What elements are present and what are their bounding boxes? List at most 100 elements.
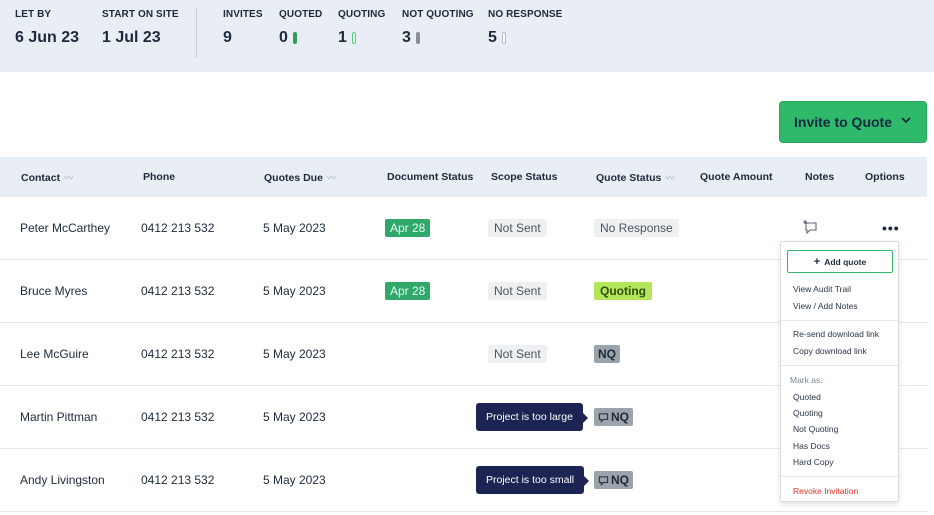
- quote-status-badge: NQ: [594, 345, 620, 363]
- scope-status-badge: Not Sent: [488, 219, 547, 237]
- col-document-status: Document Status: [387, 171, 473, 183]
- menu-item-copy-download-link[interactable]: Copy download link: [793, 346, 867, 356]
- menu-item-mark-not-quoting[interactable]: Not Quoting: [793, 424, 838, 434]
- contact-name[interactable]: Lee McGuire: [20, 347, 89, 361]
- col-phone: Phone: [143, 171, 175, 183]
- quoting-label: QUOTING: [338, 9, 386, 20]
- menu-item-mark-quoted[interactable]: Quoted: [793, 392, 821, 402]
- col-quote-status[interactable]: Quote Status 〰: [596, 171, 674, 184]
- quoting-bar-icon: [351, 32, 356, 44]
- invite-to-quote-button[interactable]: Invite to Quote: [779, 101, 927, 143]
- menu-divider: [781, 365, 898, 366]
- col-contact-label: Contact: [21, 171, 61, 184]
- scope-status-badge: Not Sent: [488, 345, 547, 363]
- col-scope-status: Scope Status: [491, 171, 558, 183]
- menu-item-mark-hard-copy[interactable]: Hard Copy: [793, 457, 834, 467]
- add-quote-label: Add quote: [824, 256, 867, 267]
- quoted-value-wrap: 0: [279, 29, 297, 47]
- scope-status-badge: Not Sent: [488, 282, 547, 300]
- col-quotes-due-label: Quotes Due: [264, 171, 323, 184]
- document-status-badge[interactable]: Apr 28: [385, 219, 431, 237]
- quotes-due-date: 5 May 2023: [263, 221, 326, 235]
- nq-reason-tooltip: Project is too large: [476, 403, 588, 431]
- quoted-value: 0: [279, 29, 288, 46]
- table-header: Contact 〰 Phone Quotes Due 〰 Document Stat…: [0, 157, 927, 197]
- let-by-label: LET BY: [15, 9, 52, 20]
- not-quoting-bar-icon: [415, 32, 420, 44]
- quote-status-badge[interactable]: NQ: [594, 408, 633, 426]
- sort-icon: 〰: [665, 173, 675, 183]
- col-notes: Notes: [805, 171, 834, 183]
- phone-number: 0412 213 532: [141, 347, 215, 361]
- quoted-label: QUOTED: [279, 9, 323, 20]
- phone-number: 0412 213 532: [141, 410, 215, 424]
- col-options: Options: [865, 171, 905, 183]
- start-on-site-label: START ON SITE: [102, 9, 179, 20]
- not-quoting-value-wrap: 3: [402, 29, 420, 47]
- menu-item-mark-has-docs[interactable]: Has Docs: [793, 441, 830, 451]
- menu-item-resend-download-link[interactable]: Re-send download link: [793, 329, 879, 339]
- menu-divider: [781, 476, 898, 477]
- invites-value: 9: [223, 29, 232, 46]
- contact-name[interactable]: Martin Pittman: [20, 410, 97, 424]
- start-on-site-value: 1 Jul 23: [102, 29, 161, 46]
- col-document-status-label: Document Status: [387, 171, 474, 183]
- not-quoting-value: 3: [402, 29, 411, 46]
- options-dropdown-menu: + Add quote View Audit Trail View / Add …: [780, 241, 899, 502]
- contact-name[interactable]: Andy Livingston: [20, 473, 105, 487]
- invites-label: INVITES: [223, 9, 263, 20]
- quote-status-label: NQ: [611, 410, 629, 424]
- col-contact[interactable]: Contact 〰: [21, 171, 73, 184]
- col-options-label: Options: [865, 171, 905, 183]
- no-response-value-wrap: 5: [488, 29, 506, 47]
- menu-divider: [781, 320, 898, 321]
- no-response-value: 5: [488, 29, 497, 46]
- mark-as-heading: Mark as:: [790, 375, 823, 385]
- comment-icon: [598, 475, 609, 486]
- add-note-icon[interactable]: [802, 219, 818, 235]
- col-phone-label: Phone: [143, 171, 176, 183]
- menu-item-view-audit-trail[interactable]: View Audit Trail: [793, 284, 851, 294]
- col-quote-status-label: Quote Status: [596, 171, 662, 184]
- quote-status-badge: Quoting: [594, 282, 652, 300]
- quote-status-label: NQ: [611, 473, 629, 487]
- no-response-label: NO RESPONSE: [488, 9, 563, 20]
- sort-icon: 〰: [64, 173, 74, 183]
- quotes-due-date: 5 May 2023: [263, 284, 326, 298]
- col-notes-label: Notes: [805, 171, 835, 183]
- col-scope-status-label: Scope Status: [491, 171, 558, 183]
- not-quoting-label: NOT QUOTING: [402, 9, 474, 20]
- contact-name[interactable]: Bruce Myres: [20, 284, 87, 298]
- quotes-due-date: 5 May 2023: [263, 347, 326, 361]
- sort-icon: 〰: [326, 173, 336, 183]
- nq-reason-tooltip: Project is too small: [476, 466, 590, 494]
- col-quote-amount: Quote Amount: [700, 171, 773, 183]
- add-quote-button[interactable]: + Add quote: [787, 250, 893, 273]
- menu-item-mark-quoting[interactable]: Quoting: [793, 408, 823, 418]
- phone-number: 0412 213 532: [141, 473, 215, 487]
- let-by-value: 6 Jun 23: [15, 29, 80, 46]
- quote-status-badge[interactable]: NQ: [594, 471, 633, 489]
- tender-summary-bar: LET BY 6 Jun 23 START ON SITE 1 Jul 23 I…: [0, 0, 934, 72]
- phone-number: 0412 213 532: [141, 284, 215, 298]
- quoted-bar-icon: [292, 32, 297, 44]
- options-menu-button[interactable]: •••: [882, 220, 900, 236]
- quotes-due-date: 5 May 2023: [263, 410, 326, 424]
- summary-divider: [196, 8, 197, 58]
- chevron-down-icon: [901, 117, 911, 124]
- phone-number: 0412 213 532: [141, 221, 215, 235]
- quote-status-label: NQ: [598, 347, 616, 361]
- quoting-value-wrap: 1: [338, 29, 356, 47]
- quotes-due-date: 5 May 2023: [263, 473, 326, 487]
- plus-icon: +: [813, 255, 821, 268]
- col-quotes-due[interactable]: Quotes Due 〰: [264, 171, 336, 184]
- menu-item-view-add-notes[interactable]: View / Add Notes: [793, 301, 858, 311]
- contact-name[interactable]: Peter McCarthey: [20, 221, 110, 235]
- menu-item-revoke-invitation[interactable]: Revoke Invitation: [793, 486, 858, 496]
- document-status-badge[interactable]: Apr 28: [385, 282, 431, 300]
- no-response-bar-icon: [501, 32, 506, 44]
- quote-status-badge: No Response: [594, 219, 679, 237]
- comment-icon: [598, 412, 609, 423]
- col-quote-amount-label: Quote Amount: [700, 171, 773, 183]
- invite-to-quote-label: Invite to Quote: [794, 114, 892, 130]
